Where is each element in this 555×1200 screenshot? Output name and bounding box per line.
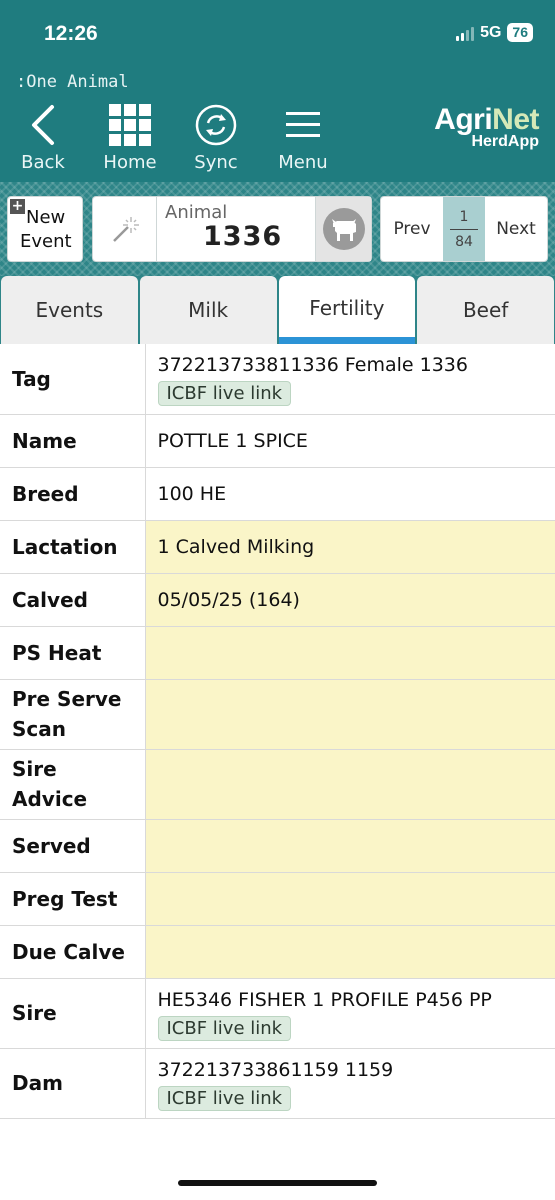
pre-serve-scan-label-2: Scan <box>12 717 66 741</box>
lactation-label: Lactation <box>0 520 146 574</box>
new-event-label-2: Event <box>20 231 72 252</box>
calved-label: Calved <box>0 573 146 627</box>
animal-pager: Prev 1 84 Next <box>380 196 548 262</box>
preg-test-value <box>145 872 555 926</box>
hamburger-icon <box>286 112 320 137</box>
signal-icon <box>456 25 475 41</box>
animal-photo-button[interactable] <box>315 197 371 261</box>
menu-label: Menu <box>278 152 328 173</box>
breed-label: Breed <box>0 467 146 521</box>
home-button[interactable]: Home <box>100 104 160 173</box>
served-label: Served <box>0 819 146 873</box>
row-breed: Breed 100 HE <box>0 467 555 521</box>
row-ps-heat: PS Heat <box>0 626 555 680</box>
menu-button[interactable]: Menu <box>274 104 332 173</box>
sire-advice-value <box>145 749 555 820</box>
status-time: 12:26 <box>44 22 98 45</box>
due-calve-label: Due Calve <box>0 925 146 979</box>
network-type: 5G <box>480 23 502 41</box>
app-header: 12:26 5G 76 :One Animal Back Home Sync M… <box>0 0 555 182</box>
name-value: POTTLE 1 SPICE <box>145 414 555 468</box>
breed-value: 100 HE <box>145 467 555 521</box>
due-calve-value <box>145 925 555 979</box>
new-event-button[interactable]: + New Event <box>7 196 83 262</box>
animal-toolbar: + New Event Animal 1336 Prev 1 84 Next <box>0 182 555 276</box>
row-name: Name POTTLE 1 SPICE <box>0 414 555 468</box>
next-button[interactable]: Next <box>485 197 547 261</box>
tag-cell: 372213733811336 Female 1336 ICBF live li… <box>145 344 555 415</box>
row-sire: Sire HE5346 FISHER 1 PROFILE P456 PP ICB… <box>0 978 555 1049</box>
logo-sub: HerdApp <box>471 133 539 150</box>
agrinet-logo: AgriNet HerdApp <box>434 104 539 150</box>
row-tag: Tag 372213733811336 Female 1336 ICBF liv… <box>0 344 555 415</box>
animal-selector[interactable]: Animal 1336 <box>92 196 372 262</box>
dam-value: 372213733861159 1159 <box>157 1058 394 1081</box>
row-lactation: Lactation 1 Calved Milking <box>0 520 555 574</box>
sync-icon <box>195 104 237 146</box>
tab-milk[interactable]: Milk <box>139 276 277 344</box>
tab-bar: Events Milk Fertility Beef <box>0 276 555 344</box>
home-label: Home <box>103 152 157 173</box>
row-preg-test: Preg Test <box>0 872 555 926</box>
animal-label: Animal <box>165 202 228 223</box>
grid-icon <box>109 104 151 146</box>
dam-icbf-link[interactable]: ICBF live link <box>157 1085 292 1111</box>
page-position: 1 84 <box>443 197 485 261</box>
row-dam: Dam 372213733861159 1159 ICBF live link <box>0 1048 555 1119</box>
chevron-left-icon <box>32 105 54 145</box>
row-calved: Calved 05/05/25 (164) <box>0 573 555 627</box>
cow-icon <box>322 208 365 250</box>
row-due-calve: Due Calve <box>0 925 555 979</box>
ps-heat-label: PS Heat <box>0 626 146 680</box>
page-title: :One Animal <box>16 72 129 92</box>
pre-serve-scan-label: Pre Serve Scan <box>0 679 146 750</box>
sire-label: Sire <box>0 978 146 1049</box>
dam-cell: 372213733861159 1159 ICBF live link <box>145 1048 555 1119</box>
page-total: 84 <box>455 233 473 250</box>
pre-serve-scan-value <box>145 679 555 750</box>
animal-number[interactable]: 1336 <box>203 221 282 252</box>
pre-serve-scan-label-1: Pre Serve <box>12 687 122 711</box>
sire-icbf-link[interactable]: ICBF live link <box>157 1015 292 1041</box>
calved-value: 05/05/25 (164) <box>145 573 555 627</box>
magic-wand-icon[interactable] <box>93 197 157 261</box>
tab-beef[interactable]: Beef <box>417 276 554 344</box>
plus-icon: + <box>10 198 25 214</box>
row-served: Served <box>0 819 555 873</box>
sire-value: HE5346 FISHER 1 PROFILE P456 PP <box>157 988 492 1011</box>
sire-advice-label: Sire Advice <box>0 749 146 820</box>
sync-button[interactable]: Sync <box>188 104 244 173</box>
tag-value: 372213733811336 Female 1336 <box>157 354 468 377</box>
row-pre-serve-scan: Pre Serve Scan <box>0 679 555 750</box>
sire-advice-label-1: Sire <box>12 757 57 781</box>
tab-fertility[interactable]: Fertility <box>278 276 416 344</box>
back-button[interactable]: Back <box>18 104 68 173</box>
sire-advice-label-2: Advice <box>12 787 88 811</box>
served-value <box>145 819 555 873</box>
status-indicators: 5G 76 <box>456 23 533 42</box>
page-current: 1 <box>459 208 469 225</box>
preg-test-label: Preg Test <box>0 872 146 926</box>
animal-details-table: Tag 372213733811336 Female 1336 ICBF liv… <box>0 344 555 1119</box>
tab-events[interactable]: Events <box>1 276 138 344</box>
row-sire-advice: Sire Advice <box>0 749 555 820</box>
tag-label: Tag <box>0 344 146 415</box>
tag-icbf-link[interactable]: ICBF live link <box>157 381 292 407</box>
prev-button[interactable]: Prev <box>381 197 443 261</box>
new-event-label-1: New <box>26 207 66 228</box>
back-label: Back <box>21 152 65 173</box>
battery-icon: 76 <box>507 23 533 42</box>
logo-agri: Agri <box>434 103 493 136</box>
home-indicator[interactable] <box>178 1180 377 1186</box>
ps-heat-value <box>145 626 555 680</box>
dam-label: Dam <box>0 1048 146 1119</box>
sync-label: Sync <box>194 152 238 173</box>
logo-net: Net <box>492 103 539 136</box>
name-label: Name <box>0 414 146 468</box>
lactation-value: 1 Calved Milking <box>145 520 555 574</box>
sire-cell: HE5346 FISHER 1 PROFILE P456 PP ICBF liv… <box>145 978 555 1049</box>
